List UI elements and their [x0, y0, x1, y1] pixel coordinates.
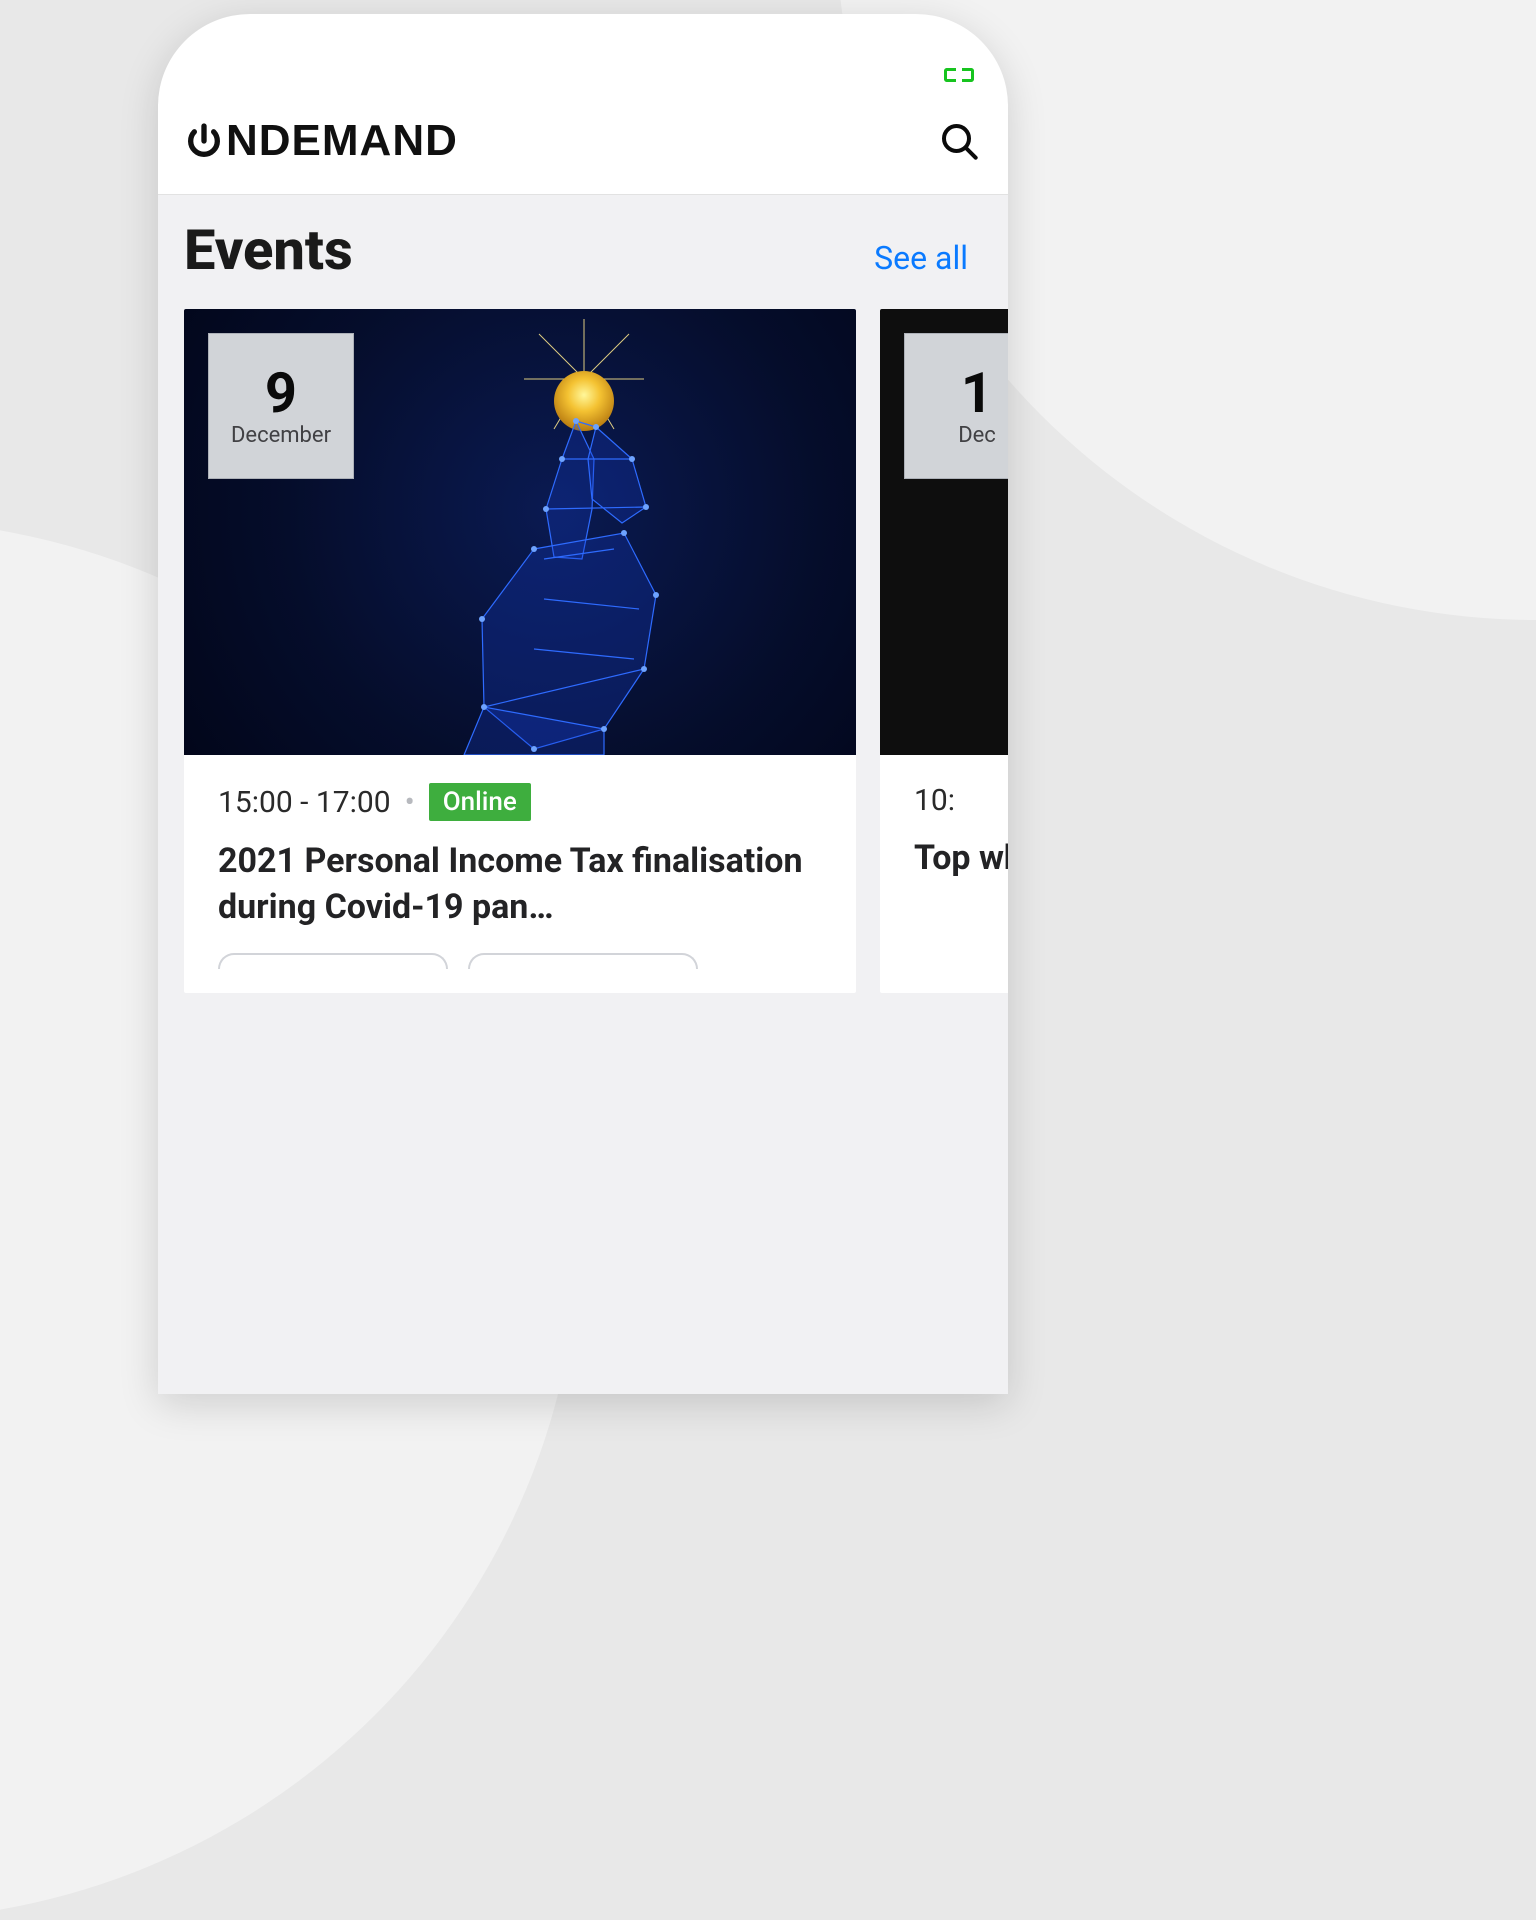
event-mode-badge: Online — [429, 783, 531, 821]
tag-chip[interactable] — [468, 953, 698, 969]
event-meta: 15:00 - 17:00 • Online — [218, 783, 822, 821]
logo-text: NDEMAND — [226, 119, 458, 163]
search-icon — [939, 121, 979, 161]
see-all-link[interactable]: See all — [874, 239, 968, 277]
section-title: Events — [184, 217, 353, 283]
event-date-badge: 9 December — [208, 333, 354, 479]
power-icon — [184, 121, 224, 161]
event-body: 10: Top wh — [880, 755, 1008, 906]
section-header: Events See all — [158, 195, 1008, 305]
event-meta: 10: — [914, 783, 1008, 818]
event-date-day: 1 — [961, 365, 993, 421]
event-date-month: December — [231, 423, 331, 448]
event-title: Top wh — [914, 836, 1008, 882]
event-hero-image: 9 December — [184, 309, 856, 755]
camera-indicator-icon — [944, 68, 974, 82]
event-time: 10: — [914, 783, 955, 818]
event-hero-image: 1 Dec — [880, 309, 1008, 755]
event-body: 15:00 - 17:00 • Online 2021 Personal Inc… — [184, 755, 856, 993]
content-area: Events See all 9 December — [158, 195, 1008, 1394]
event-card[interactable]: 9 December — [184, 309, 856, 993]
events-carousel[interactable]: 9 December — [158, 305, 1008, 993]
event-time: 15:00 - 17:00 — [218, 785, 391, 820]
status-bar — [158, 14, 1008, 104]
event-date-month: Dec — [958, 423, 996, 448]
event-tags-row — [218, 953, 822, 969]
event-card[interactable]: 1 Dec 10: Top wh — [880, 309, 1008, 993]
app-header: NDEMAND — [158, 104, 1008, 195]
phone-frame: NDEMAND Events See all 9 December — [158, 14, 1008, 1394]
separator-dot-icon: • — [405, 785, 415, 820]
app-logo[interactable]: NDEMAND — [184, 119, 458, 163]
event-date-day: 9 — [265, 365, 297, 421]
tag-chip[interactable] — [218, 953, 448, 969]
event-date-badge: 1 Dec — [904, 333, 1008, 479]
search-button[interactable] — [936, 118, 982, 164]
event-title: 2021 Personal Income Tax finalisation du… — [218, 839, 822, 931]
